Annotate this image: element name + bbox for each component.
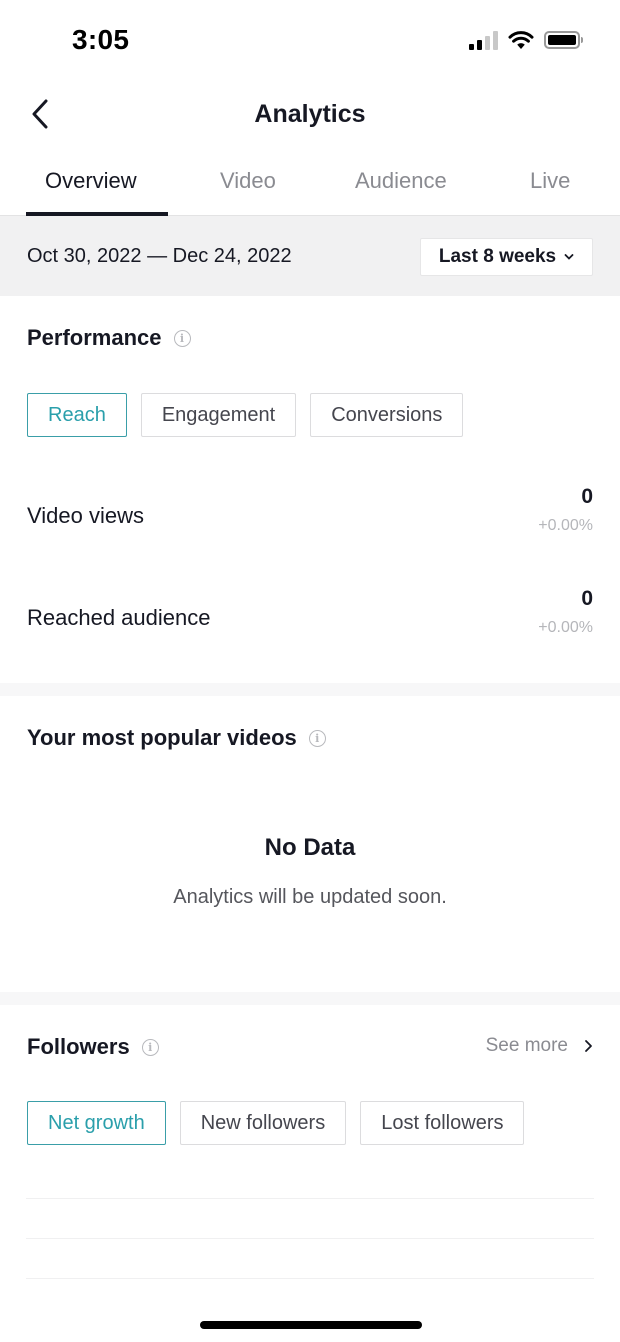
metric-value: 0 [581,485,593,508]
metric-label: Video views [27,503,144,528]
status-bar: 3:05 [0,0,620,84]
see-more-link[interactable]: See more [486,1035,593,1057]
chart-gridline [26,1238,594,1239]
followers-chip-group: Net growth New followers Lost followers [27,1101,525,1145]
page-title: Analytics [254,100,366,128]
wifi-icon [508,31,534,49]
chevron-down-icon [564,254,574,260]
tab-audience[interactable]: Audience [355,168,447,194]
chart-gridline [26,1198,594,1199]
info-icon[interactable]: i [141,1038,159,1056]
battery-icon [544,31,583,49]
chevron-right-icon [585,1040,592,1052]
performance-chip-group: Reach Engagement Conversions [27,393,464,437]
chip-new-followers[interactable]: New followers [179,1101,347,1145]
metric-value: 0 [581,587,593,610]
chip-engagement[interactable]: Engagement [140,393,297,437]
period-select-value: Last 8 weeks [438,246,557,267]
cellular-signal-icon [469,30,498,50]
chip-reach[interactable]: Reach [27,393,127,437]
popular-videos-section-title: Your most popular videos i [27,725,326,751]
info-icon[interactable]: i [173,329,191,347]
section-divider [0,992,620,1005]
nav-bar: Analytics [0,84,620,148]
tab-bar: Overview Video Audience Live [0,150,620,216]
info-icon[interactable]: i [308,729,326,747]
home-indicator[interactable] [200,1321,422,1329]
empty-state-subtitle: Analytics will be updated soon. [173,886,447,908]
chart-gridline [26,1278,594,1279]
tab-live[interactable]: Live [530,168,570,194]
period-select[interactable]: Last 8 weeks [420,238,593,276]
tab-overview[interactable]: Overview [45,168,137,194]
metric-row-reached-audience: Reached audience 0 +0.00% [0,585,620,655]
metric-change: +0.00% [538,517,593,534]
status-icons [469,30,583,50]
chip-net-growth[interactable]: Net growth [27,1101,166,1145]
metric-row-video-views: Video views 0 +0.00% [0,483,620,553]
popular-videos-title: Your most popular videos [27,725,297,750]
performance-section-title: Performance i [27,325,191,351]
performance-title: Performance [27,325,162,350]
chip-lost-followers[interactable]: Lost followers [360,1101,525,1145]
empty-state-title: No Data [264,834,356,861]
followers-section-title: Followers i [27,1034,159,1060]
metric-change: +0.00% [538,619,593,636]
section-divider [0,683,620,696]
date-range-text: Oct 30, 2022 — Dec 24, 2022 [27,245,292,267]
see-more-label: See more [485,1035,568,1056]
status-time: 3:05 [72,24,130,55]
date-range-bar: Oct 30, 2022 — Dec 24, 2022 Last 8 weeks [0,216,620,296]
metric-label: Reached audience [27,605,211,630]
tab-video[interactable]: Video [220,168,276,194]
chip-conversions[interactable]: Conversions [310,393,464,437]
followers-title: Followers [27,1034,130,1059]
